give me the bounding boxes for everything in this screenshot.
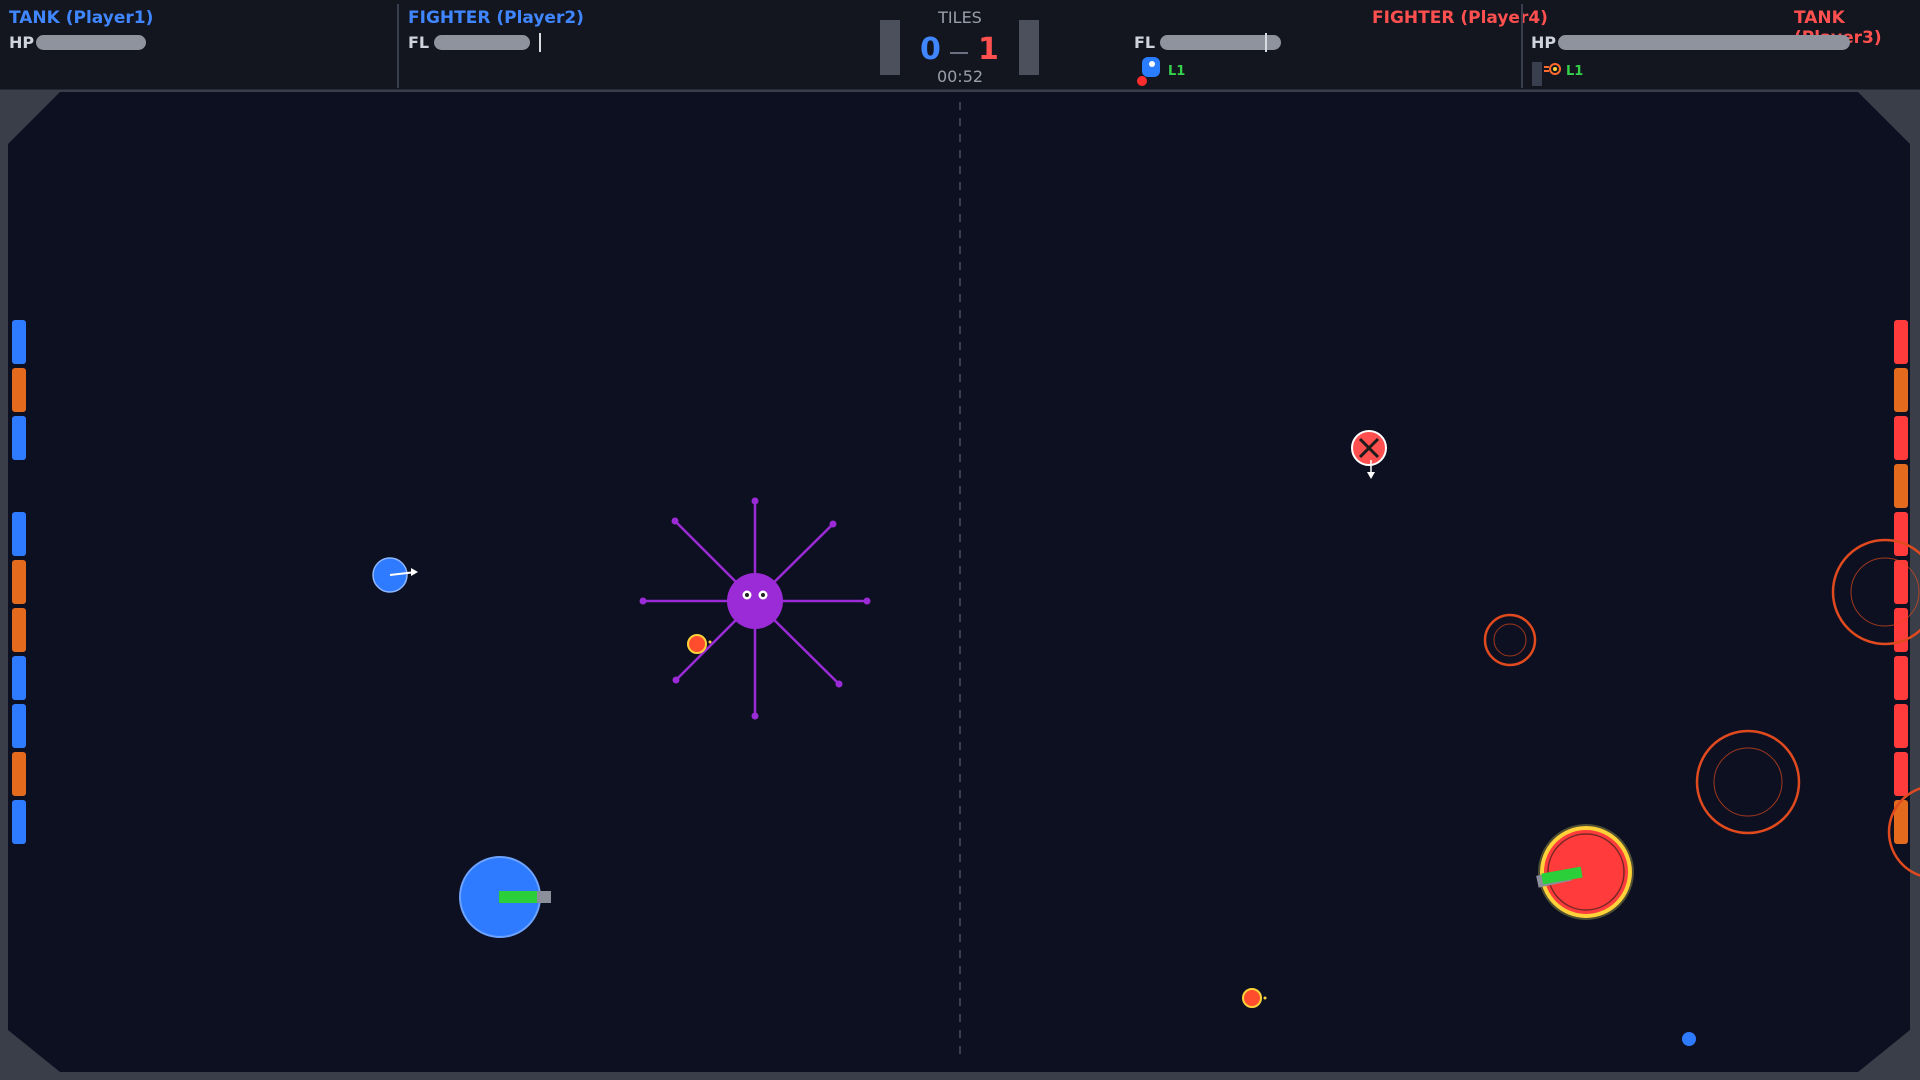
score-blue: 0	[920, 32, 941, 67]
score-bracket-right	[1019, 20, 1039, 75]
player1-stat-label: HP	[9, 33, 35, 52]
player4-fuel-tick	[1265, 33, 1267, 52]
player2-fuel-tick	[539, 33, 541, 52]
tile-orange	[1894, 464, 1908, 508]
player4-stat-label: FL	[1134, 33, 1156, 52]
tile-blue	[12, 416, 26, 460]
tile-blue	[12, 512, 26, 556]
player4-level-badge: L1	[1168, 64, 1186, 79]
tile-orange	[12, 608, 26, 652]
score-separator	[950, 52, 968, 54]
tile-blue	[12, 656, 26, 700]
tile-red	[1894, 704, 1908, 748]
level-badge-icon	[1532, 62, 1561, 86]
player2-stat-label: FL	[408, 33, 430, 52]
tile-blue	[12, 704, 26, 748]
mode-title: TILES	[938, 8, 982, 27]
player2-fuel-bar	[434, 35, 530, 50]
player2-name: FIGHTER (Player2)	[408, 8, 584, 28]
player4-fuel-bar	[1160, 35, 1281, 50]
tile-red	[1894, 512, 1908, 556]
tile-orange	[12, 752, 26, 796]
left-tile-column	[12, 320, 26, 844]
player3-stat-label: HP	[1531, 33, 1557, 52]
player3-level-badge: L1	[1566, 64, 1584, 79]
tile-red	[1894, 416, 1908, 460]
tile-red	[1894, 608, 1908, 652]
tile-orange	[12, 368, 26, 412]
tile-red	[1894, 752, 1908, 796]
blue-pickup	[1682, 1032, 1696, 1046]
match-timer: 00:52	[936, 67, 984, 86]
hud-divider-right	[1521, 4, 1523, 88]
tile-red	[1894, 320, 1908, 364]
shield-icon	[1137, 57, 1160, 86]
tile-orange	[12, 560, 26, 604]
player1-hp-bar	[36, 35, 146, 50]
tile-orange	[1894, 368, 1908, 412]
score-bracket-left	[880, 20, 900, 75]
player1-name: TANK (Player1)	[9, 8, 154, 28]
top-hud: TANK (Player1) HP FIGHTER (Player2) FL T…	[0, 0, 1920, 90]
tile-blue	[12, 800, 26, 844]
game-arena[interactable]	[0, 90, 1920, 1080]
tile-red	[1894, 656, 1908, 700]
tile-blue	[12, 320, 26, 364]
hud-divider-left	[397, 4, 399, 88]
tile-red	[1894, 560, 1908, 604]
score-red: 1	[978, 32, 999, 67]
player3-hp-bar	[1558, 35, 1850, 50]
right-tile-column	[1894, 320, 1908, 844]
